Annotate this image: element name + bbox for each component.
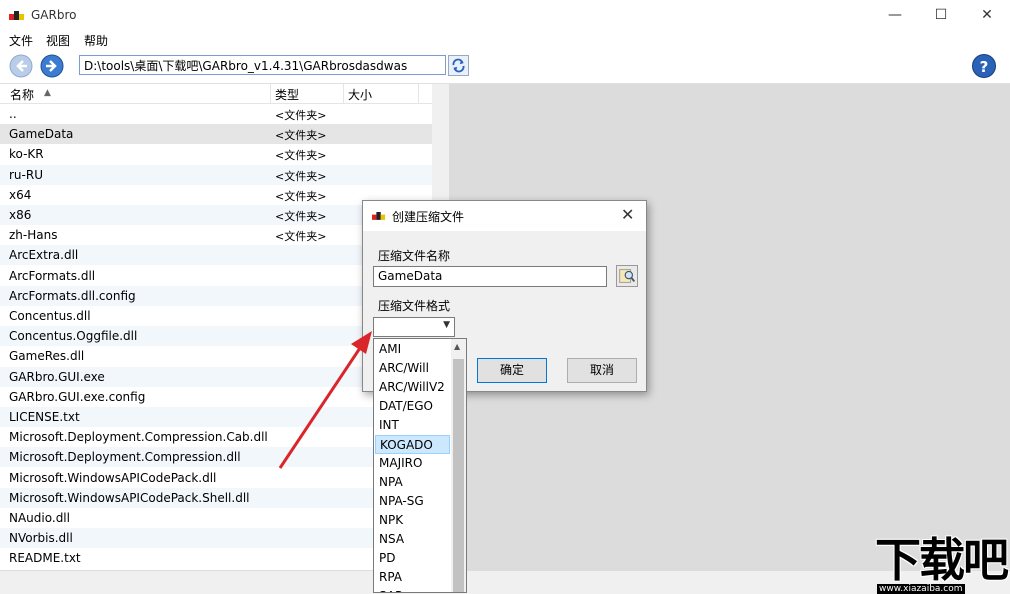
annotation-arrow-icon bbox=[278, 331, 372, 469]
watermark-logo: 下载吧 www.xiazaiba.com bbox=[875, 533, 1009, 594]
watermark-text: 下载吧 bbox=[875, 533, 1009, 587]
